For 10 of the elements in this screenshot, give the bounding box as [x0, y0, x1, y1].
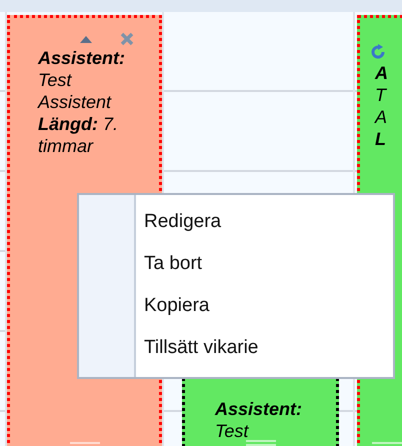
up-arrow-icon[interactable]	[80, 35, 92, 43]
appointment-text: Assistent: Test	[215, 398, 304, 442]
close-icon[interactable]	[120, 32, 134, 46]
appointment-text: A	[375, 106, 388, 128]
appointment-text: L	[375, 128, 387, 150]
appointment-text: T	[375, 84, 388, 106]
refresh-icon[interactable]	[370, 44, 386, 60]
appointment-text: A	[375, 62, 389, 84]
appointment-text: Assistent: Test Assistent Längd: 7. timmar	[38, 47, 126, 157]
resize-handle[interactable]	[246, 440, 276, 446]
